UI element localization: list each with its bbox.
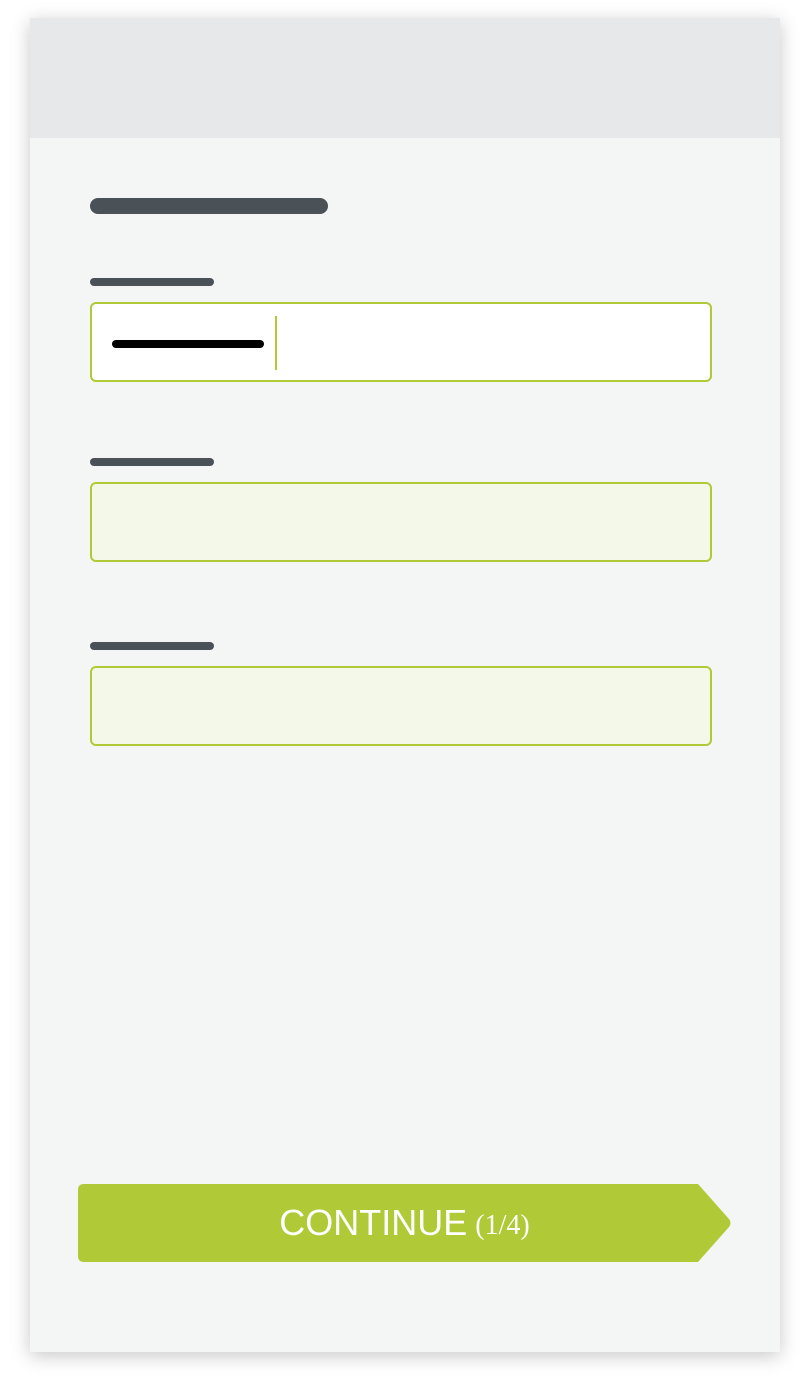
- page-title-placeholder: [90, 198, 328, 214]
- field-3-input[interactable]: [90, 666, 712, 746]
- continue-button-text: CONTINUE (1/4): [78, 1184, 731, 1262]
- text-caret: [275, 316, 277, 370]
- field-2-label-placeholder: [90, 458, 214, 466]
- field-2-input[interactable]: [90, 482, 712, 562]
- field-1-label-placeholder: [90, 278, 214, 286]
- form-card: CONTINUE (1/4): [30, 18, 780, 1352]
- field-1-value-placeholder: [112, 340, 264, 348]
- field-3-label-placeholder: [90, 642, 214, 650]
- continue-button[interactable]: CONTINUE (1/4): [78, 1184, 731, 1262]
- card-header: [30, 18, 780, 138]
- continue-label: CONTINUE: [279, 1202, 468, 1243]
- field-1-input[interactable]: [90, 302, 712, 382]
- step-indicator: (1/4): [475, 1210, 530, 1241]
